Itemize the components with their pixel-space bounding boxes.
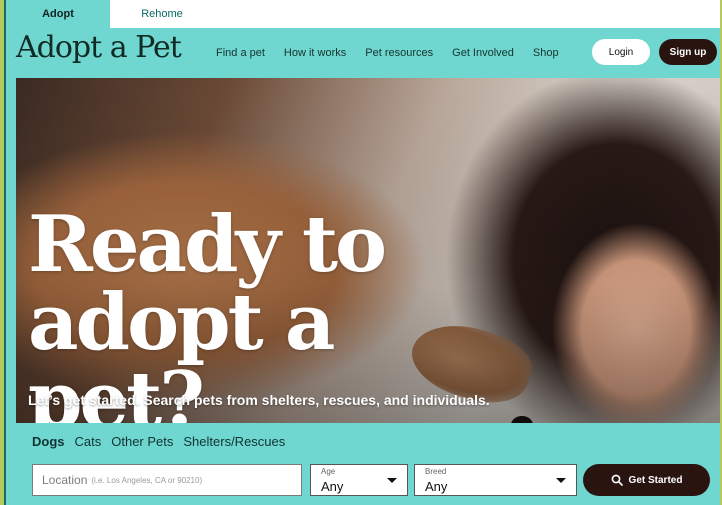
search-tab-cats[interactable]: Cats bbox=[75, 434, 102, 449]
breed-select-label: Breed bbox=[425, 467, 447, 476]
nav-pet-resources[interactable]: Pet resources bbox=[365, 47, 433, 59]
hero-title-line-1: Ready to bbox=[28, 199, 387, 290]
age-select-value: Any bbox=[321, 479, 344, 494]
search-panel: Dogs Cats Other Pets Shelters/Rescues Lo… bbox=[16, 423, 720, 505]
get-started-button[interactable]: Get Started bbox=[583, 464, 710, 496]
age-select-label: Age bbox=[321, 467, 336, 476]
location-field[interactable]: Location (i.e. Los Angeles, CA or 90210) bbox=[32, 464, 302, 496]
mode-tabs: Adopt Rehome bbox=[6, 0, 720, 28]
nav-shop[interactable]: Shop bbox=[533, 47, 559, 59]
search-tab-dogs[interactable]: Dogs bbox=[32, 434, 65, 449]
get-started-label: Get Started bbox=[628, 474, 683, 486]
hero-title: Ready to adopt a pet? bbox=[28, 199, 498, 424]
site-logo[interactable]: Adopt a Pet bbox=[16, 30, 182, 65]
age-select[interactable]: Age Any bbox=[310, 464, 408, 496]
mode-tabs-spacer bbox=[214, 0, 720, 28]
breed-select-value: Any bbox=[425, 479, 448, 494]
tab-adopt[interactable]: Adopt bbox=[6, 0, 110, 28]
chevron-down-icon bbox=[556, 478, 566, 483]
location-placeholder: (i.e. Los Angeles, CA or 90210) bbox=[91, 475, 203, 485]
page: Adopt Rehome Adopt a Pet Find a pet How … bbox=[4, 0, 720, 505]
signup-button[interactable]: Sign up bbox=[659, 39, 717, 65]
chevron-down-icon bbox=[387, 478, 397, 483]
login-button[interactable]: Login bbox=[592, 39, 650, 65]
main-nav: Find a pet How it works Pet resources Ge… bbox=[216, 28, 578, 78]
site-header: Adopt a Pet Find a pet How it works Pet … bbox=[6, 28, 720, 78]
location-label: Location bbox=[42, 473, 88, 487]
search-tabs: Dogs Cats Other Pets Shelters/Rescues bbox=[32, 434, 295, 449]
nav-get-involved[interactable]: Get Involved bbox=[452, 47, 514, 59]
search-tab-shelters-rescues[interactable]: Shelters/Rescues bbox=[183, 434, 285, 449]
tab-rehome[interactable]: Rehome bbox=[110, 0, 214, 28]
nav-how-it-works[interactable]: How it works bbox=[284, 47, 346, 59]
nav-find-a-pet[interactable]: Find a pet bbox=[216, 47, 265, 59]
hero-subtitle: Let’s get started. Search pets from shel… bbox=[28, 392, 490, 408]
breed-select[interactable]: Breed Any bbox=[414, 464, 577, 496]
search-icon bbox=[611, 474, 623, 486]
search-tab-other-pets[interactable]: Other Pets bbox=[111, 434, 173, 449]
hero-banner: Ready to adopt a pet? Let’s get started.… bbox=[16, 78, 720, 423]
